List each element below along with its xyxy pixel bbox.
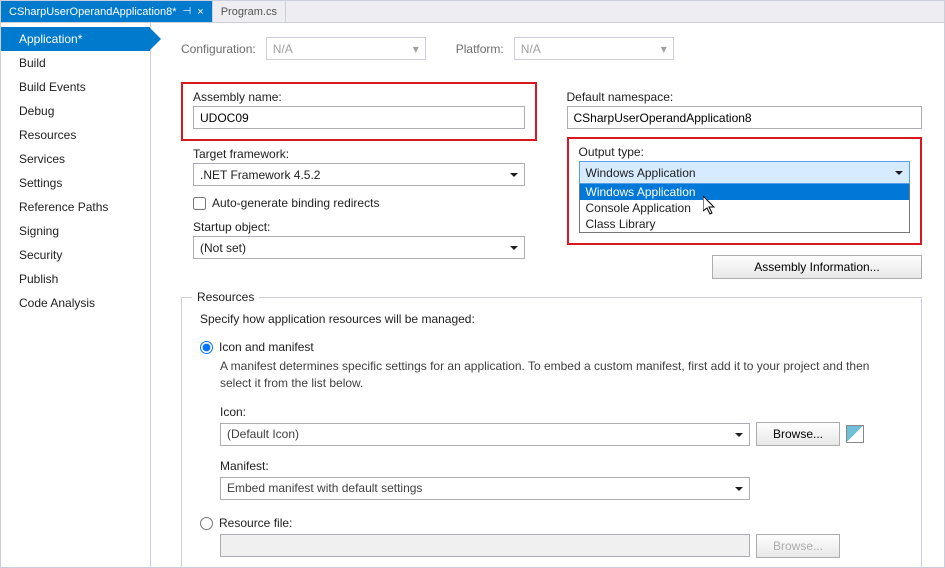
default-icon-preview: [846, 425, 864, 443]
icon-select[interactable]: (Default Icon): [220, 423, 750, 446]
sidebar-item-publish[interactable]: Publish: [1, 267, 150, 291]
auto-generate-redirects-checkbox[interactable]: [193, 197, 206, 210]
sidebar-item-code-analysis[interactable]: Code Analysis: [1, 291, 150, 315]
startup-object-select[interactable]: (Not set): [193, 236, 525, 259]
dropdown-option-class-library[interactable]: Class Library: [580, 216, 910, 232]
sidebar-item-build-events[interactable]: Build Events: [1, 75, 150, 99]
dropdown-option-console-app[interactable]: Console Application: [580, 200, 910, 216]
default-namespace-input[interactable]: [567, 106, 923, 129]
resource-file-radio[interactable]: [200, 517, 213, 530]
sidebar-item-reference-paths[interactable]: Reference Paths: [1, 195, 150, 219]
manifest-description: A manifest determines specific settings …: [220, 358, 903, 392]
sidebar-item-resources[interactable]: Resources: [1, 123, 150, 147]
sidebar-item-security[interactable]: Security: [1, 243, 150, 267]
tab-label: CSharpUserOperandApplication8*: [9, 6, 177, 18]
tab-project-properties[interactable]: CSharpUserOperandApplication8* ⊣ ×: [1, 1, 213, 22]
assembly-name-input[interactable]: [193, 106, 525, 129]
output-type-label: Output type:: [579, 145, 911, 159]
platform-select: N/A▾: [514, 37, 674, 60]
browse-resource-button: Browse...: [756, 534, 840, 558]
output-type-dropdown: Windows Application Console Application …: [579, 183, 911, 233]
assembly-name-highlight: Assembly name:: [181, 82, 537, 141]
default-namespace-label: Default namespace:: [567, 90, 923, 104]
target-framework-select[interactable]: .NET Framework 4.5.2: [193, 163, 525, 186]
icon-manifest-radio[interactable]: [200, 341, 213, 354]
tab-program-cs[interactable]: Program.cs: [213, 1, 286, 22]
sidebar-item-debug[interactable]: Debug: [1, 99, 150, 123]
config-platform-row: Configuration: N/A▾ Platform: N/A▾: [181, 37, 922, 60]
resource-file-label: Resource file:: [219, 516, 292, 530]
assembly-name-label: Assembly name:: [193, 90, 525, 104]
sidebar-item-signing[interactable]: Signing: [1, 219, 150, 243]
pin-icon[interactable]: ⊣: [183, 6, 192, 17]
chevron-down-icon: ▾: [661, 42, 667, 56]
manifest-select[interactable]: Embed manifest with default settings: [220, 477, 750, 500]
assembly-information-button[interactable]: Assembly Information...: [712, 255, 922, 279]
dropdown-option-windows-app[interactable]: Windows Application: [580, 184, 910, 200]
sidebar-item-build[interactable]: Build: [1, 51, 150, 75]
sidebar-item-settings[interactable]: Settings: [1, 171, 150, 195]
editor-tabs: CSharpUserOperandApplication8* ⊣ × Progr…: [1, 1, 944, 23]
auto-generate-redirects-label: Auto-generate binding redirects: [212, 196, 379, 210]
icon-label: Icon:: [220, 404, 903, 421]
output-type-highlight: Output type: Windows Application Windows…: [567, 137, 923, 245]
tab-label: Program.cs: [221, 6, 277, 18]
icon-manifest-label: Icon and manifest: [219, 340, 314, 354]
startup-object-label: Startup object:: [193, 220, 525, 234]
sidebar-item-application[interactable]: Application*: [1, 27, 150, 51]
output-type-select[interactable]: Windows Application: [579, 161, 911, 184]
platform-label: Platform:: [456, 42, 504, 56]
sidebar-item-services[interactable]: Services: [1, 147, 150, 171]
browse-icon-button[interactable]: Browse...: [756, 422, 840, 446]
manifest-label: Manifest:: [220, 458, 903, 475]
application-panel: Configuration: N/A▾ Platform: N/A▾ Assem…: [151, 23, 944, 567]
resources-intro: Specify how application resources will b…: [200, 312, 903, 326]
configuration-select: N/A▾: [266, 37, 426, 60]
resources-group: Resources Specify how application resour…: [181, 297, 922, 567]
target-framework-label: Target framework:: [193, 147, 525, 161]
configuration-label: Configuration:: [181, 42, 256, 56]
close-icon[interactable]: ×: [197, 6, 203, 18]
chevron-down-icon: ▾: [413, 42, 419, 56]
resource-file-input: [220, 534, 750, 557]
properties-sidebar: Application*BuildBuild EventsDebugResour…: [1, 23, 151, 567]
resources-legend: Resources: [192, 290, 259, 304]
